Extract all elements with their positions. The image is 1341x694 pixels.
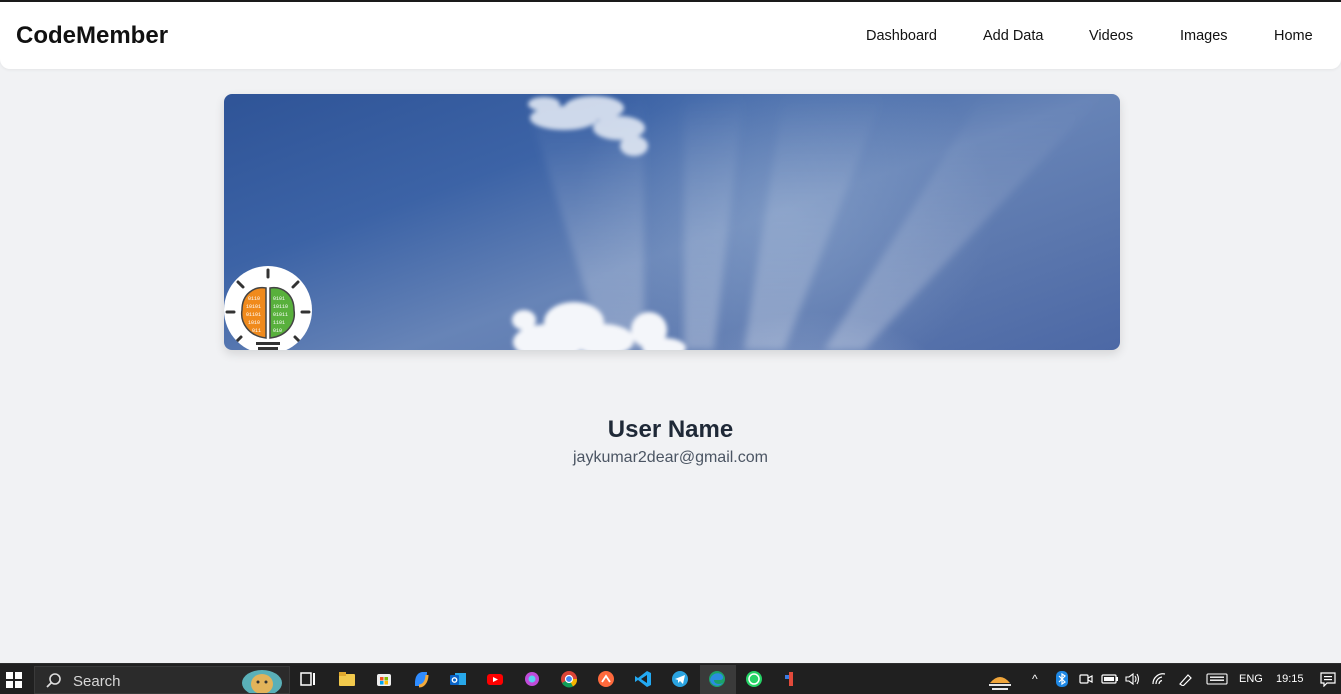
volume-icon[interactable] xyxy=(1125,672,1141,686)
language-indicator[interactable]: ENG xyxy=(1239,673,1263,685)
vscode-icon[interactable] xyxy=(633,669,653,689)
pen-icon[interactable] xyxy=(1178,672,1194,686)
youtube-icon[interactable] xyxy=(485,669,505,689)
windows-taskbar: Search ^ ENG 19:15 xyxy=(0,663,1341,694)
outlook-icon[interactable] xyxy=(448,669,468,689)
sky-clouds-illustration xyxy=(512,94,1104,350)
app-icon[interactable] xyxy=(522,669,542,689)
navbar: CodeMember Dashboard Add Data Videos Ima… xyxy=(0,2,1341,69)
whatsapp-icon[interactable] xyxy=(744,669,764,689)
svg-text:01011: 01011 xyxy=(273,312,288,318)
brand-logo-text[interactable]: CodeMember xyxy=(16,22,168,50)
nav-link-images[interactable]: Images xyxy=(1180,28,1228,44)
chrome-icon[interactable] xyxy=(559,669,579,689)
svg-text:011: 011 xyxy=(252,328,261,334)
battery-icon[interactable] xyxy=(1101,673,1119,685)
chevron-up-icon[interactable]: ^ xyxy=(1032,672,1038,686)
weather-widget-icon[interactable] xyxy=(987,667,1013,691)
system-clock[interactable]: 19:15 xyxy=(1276,673,1304,685)
profile-cover-image xyxy=(224,94,1120,350)
svg-text:1101: 1101 xyxy=(273,320,285,326)
nav-link-videos[interactable]: Videos xyxy=(1089,28,1133,44)
store-icon[interactable] xyxy=(374,669,394,689)
telegram-icon[interactable] xyxy=(670,669,690,689)
app-icon[interactable] xyxy=(596,669,616,689)
edge-icon[interactable] xyxy=(707,669,727,689)
svg-text:010: 010 xyxy=(273,328,282,334)
wifi-icon[interactable] xyxy=(1151,672,1167,686)
search-highlight-lion-icon xyxy=(242,670,282,693)
keyboard-icon[interactable] xyxy=(1206,673,1228,685)
taskbar-search-placeholder: Search xyxy=(73,673,121,690)
profile-avatar[interactable]: 0110 10101 01101 1010 011 0101 10110 01011 1101… xyxy=(224,266,312,350)
profile-user-email: jaykumar2dear@gmail.com xyxy=(573,449,768,466)
search-icon xyxy=(46,673,61,688)
app-icon[interactable] xyxy=(781,669,801,689)
nav-link-dashboard[interactable]: Dashboard xyxy=(866,28,937,44)
nav-link-home[interactable]: Home xyxy=(1274,28,1313,44)
svg-text:01101: 01101 xyxy=(246,312,261,318)
brain-logo-icon: 0110 10101 01101 1010 011 0101 10110 01011 1101… xyxy=(225,268,311,350)
camera-icon[interactable] xyxy=(1079,672,1093,686)
taskbar-search-box[interactable]: Search xyxy=(34,666,290,694)
file-explorer-icon[interactable] xyxy=(337,669,357,689)
svg-text:10110: 10110 xyxy=(273,304,288,310)
task-view-icon[interactable] xyxy=(298,669,318,689)
svg-text:0110: 0110 xyxy=(248,296,260,302)
nav-link-add-data[interactable]: Add Data xyxy=(983,28,1043,44)
svg-text:1010: 1010 xyxy=(248,320,260,326)
bluetooth-icon[interactable] xyxy=(1056,671,1068,687)
profile-user-name: User Name xyxy=(607,416,734,443)
svg-text:0101: 0101 xyxy=(273,296,285,302)
notifications-icon[interactable] xyxy=(1320,672,1336,687)
windows-start-icon[interactable] xyxy=(6,672,22,688)
svg-text:10101: 10101 xyxy=(246,304,261,310)
copilot-icon[interactable] xyxy=(411,669,431,689)
